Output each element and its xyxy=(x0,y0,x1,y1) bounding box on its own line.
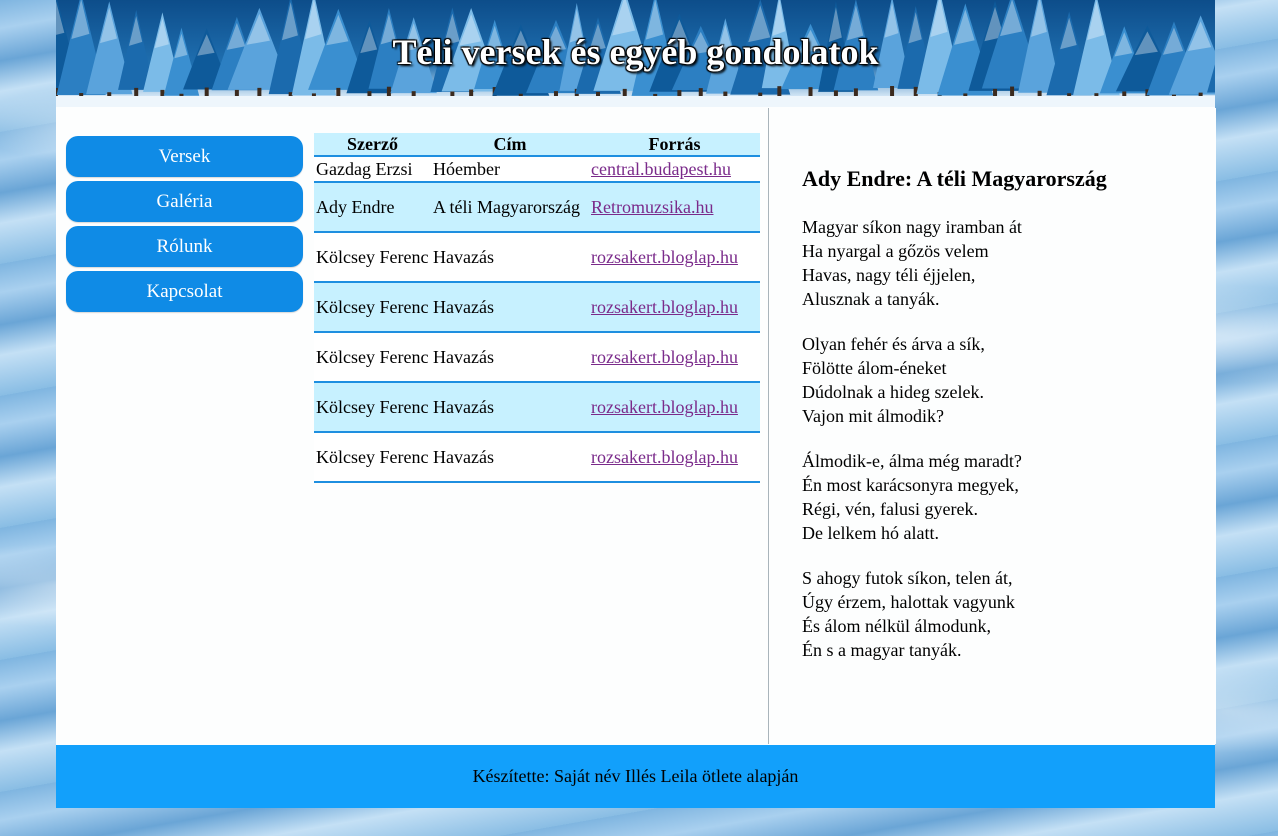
source-link[interactable]: rozsakert.bloglap.hu xyxy=(591,447,738,467)
cell-source: central.budapest.hu xyxy=(589,156,760,183)
poem-line: Úgy érzem, halottak vagyunk xyxy=(802,592,1015,612)
page-container: Téli versek és egyéb gondolatok Versek G… xyxy=(56,0,1216,808)
nav-item-kapcsolat[interactable]: Kapcsolat xyxy=(66,271,303,312)
cell-source: rozsakert.bloglap.hu xyxy=(589,332,760,383)
cell-author: Kölcsey Ferenc xyxy=(314,332,431,383)
poem-stanza: Álmodik-e, álma még maradt? Én most kará… xyxy=(802,449,1022,545)
poem-line: S ahogy futok síkon, telen át, xyxy=(802,568,1013,588)
table-row: Kölcsey Ferenc Havazás rozsakert.bloglap… xyxy=(314,332,760,383)
cell-source: rozsakert.bloglap.hu xyxy=(589,382,760,433)
header-banner: Téli versek és egyéb gondolatok xyxy=(56,0,1215,107)
poem-line: Régi, vén, falusi gyerek. xyxy=(802,499,978,519)
poem-line: Álmodik-e, álma még maradt? xyxy=(802,451,1022,471)
poem-line: Havas, nagy téli éjjelen, xyxy=(802,265,976,285)
table-header-row: Szerző Cím Forrás xyxy=(314,133,760,157)
cell-title: Havazás xyxy=(431,432,589,483)
cell-author: Kölcsey Ferenc xyxy=(314,382,431,433)
poem-line: Vajon mit álmodik? xyxy=(802,406,944,426)
source-link[interactable]: rozsakert.bloglap.hu xyxy=(591,247,738,267)
source-link[interactable]: central.budapest.hu xyxy=(591,159,731,179)
poem-heading: Ady Endre: A téli Magyarország xyxy=(802,166,1107,191)
table-row: Ady Endre A téli Magyarország Retromuzsi… xyxy=(314,182,760,233)
table-row: Kölcsey Ferenc Havazás rozsakert.bloglap… xyxy=(314,382,760,433)
source-link[interactable]: rozsakert.bloglap.hu xyxy=(591,297,738,317)
source-link[interactable]: rozsakert.bloglap.hu xyxy=(591,347,738,367)
cell-title: Hóember xyxy=(431,156,589,183)
cell-source: Retromuzsika.hu xyxy=(589,182,760,233)
footer-credit: Készítette: Saját név Illés Leila ötlete… xyxy=(472,766,799,786)
poem-line: Én s a magyar tanyák. xyxy=(802,640,962,660)
nav-item-galeria[interactable]: Galéria xyxy=(66,181,303,222)
cell-author: Gazdag Erzsi xyxy=(314,156,431,183)
nav-item-rolunk[interactable]: Rólunk xyxy=(66,226,303,267)
cell-title: A téli Magyarország xyxy=(431,182,589,233)
poem-line: Olyan fehér és árva a sík, xyxy=(802,334,985,354)
cell-author: Kölcsey Ferenc xyxy=(314,282,431,333)
page-footer: Készítette: Saját név Illés Leila ötlete… xyxy=(56,745,1215,808)
table-row: Kölcsey Ferenc Havazás rozsakert.bloglap… xyxy=(314,432,760,483)
cell-source: rozsakert.bloglap.hu xyxy=(589,432,760,483)
poems-table: Szerző Cím Forrás Gazdag Erzsi Hóember c… xyxy=(314,133,760,483)
nav-item-versek[interactable]: Versek xyxy=(66,136,303,177)
poem-line: Én most karácsonyra megyek, xyxy=(802,475,1019,495)
main-nav: Versek Galéria Rólunk Kapcsolat xyxy=(66,136,303,316)
column-header-title: Cím xyxy=(431,133,589,157)
source-link[interactable]: rozsakert.bloglap.hu xyxy=(591,397,738,417)
cell-author: Kölcsey Ferenc xyxy=(314,432,431,483)
poem-stanza: S ahogy futok síkon, telen át, Úgy érzem… xyxy=(802,566,1022,662)
poem-line: És álom nélkül álmodunk, xyxy=(802,616,991,636)
cell-source: rozsakert.bloglap.hu xyxy=(589,232,760,283)
cell-title: Havazás xyxy=(431,232,589,283)
poem-line: Fölötte álom-éneket xyxy=(802,358,947,378)
cell-title: Havazás xyxy=(431,282,589,333)
poem-line: Ha nyargal a gőzös velem xyxy=(802,241,989,261)
poem-stanza: Olyan fehér és árva a sík, Fölötte álom-… xyxy=(802,332,1022,428)
cell-source: rozsakert.bloglap.hu xyxy=(589,282,760,333)
cell-author: Ady Endre xyxy=(314,182,431,233)
cell-title: Havazás xyxy=(431,382,589,433)
table-row: Gazdag Erzsi Hóember central.budapest.hu xyxy=(314,156,760,183)
poem-stanza: Magyar síkon nagy iramban át Ha nyargal … xyxy=(802,215,1022,311)
poem-panel: Ady Endre: A téli Magyarország Magyar sí… xyxy=(768,108,1216,744)
poem-text: Magyar síkon nagy iramban át Ha nyargal … xyxy=(802,215,1022,683)
poem-line: Magyar síkon nagy iramban át xyxy=(802,217,1022,237)
cell-title: Havazás xyxy=(431,332,589,383)
page-title: Téli versek és egyéb gondolatok xyxy=(392,32,879,72)
table-row: Kölcsey Ferenc Havazás rozsakert.bloglap… xyxy=(314,232,760,283)
poem-line: Alusznak a tanyák. xyxy=(802,289,940,309)
source-link[interactable]: Retromuzsika.hu xyxy=(591,197,713,217)
poem-line: Dúdolnak a hideg szelek. xyxy=(802,382,984,402)
poems-table-container: Szerző Cím Forrás Gazdag Erzsi Hóember c… xyxy=(314,133,760,483)
table-row: Kölcsey Ferenc Havazás rozsakert.bloglap… xyxy=(314,282,760,333)
poem-line: De lelkem hó alatt. xyxy=(802,523,939,543)
column-header-author: Szerző xyxy=(314,133,431,157)
column-header-source: Forrás xyxy=(589,133,760,157)
cell-author: Kölcsey Ferenc xyxy=(314,232,431,283)
